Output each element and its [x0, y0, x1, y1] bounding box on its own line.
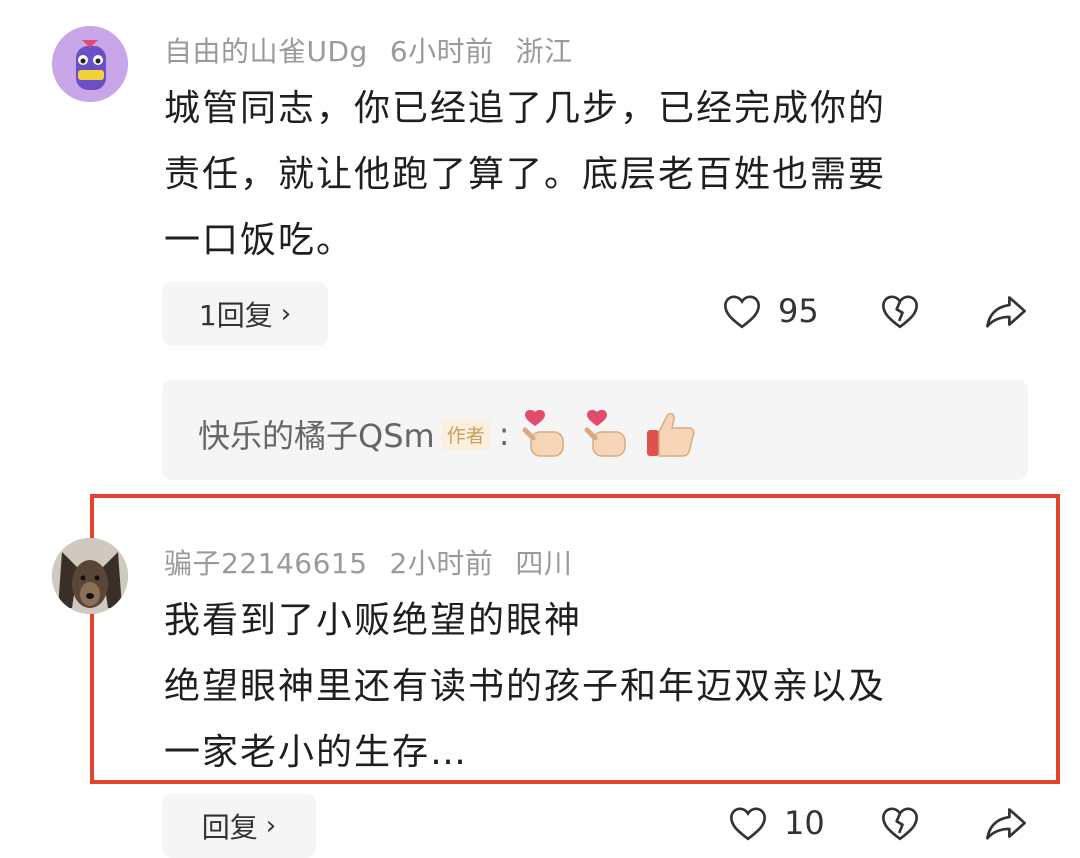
comment-2-line: 一家老小的生存…: [164, 732, 469, 773]
finger-heart-emoji-icon: [522, 409, 565, 457]
comment-1-time: 6小时前: [389, 35, 494, 68]
like-button[interactable]: 10: [728, 804, 825, 842]
dog-photo-avatar-icon: [52, 538, 128, 614]
like-count: 95: [778, 292, 819, 330]
like-count: 10: [784, 804, 825, 842]
comment-2-location: 四川: [515, 547, 573, 580]
heart-icon: [729, 807, 767, 841]
comment-2-line: 绝望眼神里还有读书的孩子和年迈双亲以及: [164, 666, 887, 707]
avatar-user-2[interactable]: [52, 538, 128, 614]
author-colon: :: [498, 415, 510, 453]
thumbs-up-emoji-icon: [647, 412, 696, 457]
heart-icon: [723, 295, 761, 329]
share-arrow-icon: [986, 808, 1026, 840]
comment-2-username[interactable]: 骗子22146615: [164, 547, 368, 580]
comment-1-meta: 自由的山雀UDg 6小时前 浙江: [164, 30, 595, 70]
comment-2-meta: 骗子22146615 2小时前 四川: [164, 542, 594, 582]
author-reply-content: 快乐的橘子QSm 作者 :: [198, 408, 697, 460]
broken-heart-icon: [882, 807, 918, 841]
chevron-right-icon: ›: [280, 299, 292, 329]
view-replies-label: 1回复: [198, 299, 273, 332]
dislike-button[interactable]: [880, 804, 920, 846]
comment-1-line: 一口饭吃。: [164, 220, 355, 261]
reply-label: 回复: [201, 811, 258, 844]
comment-1-line: 城管同志，你已经追了几步，已经完成你的: [164, 88, 887, 129]
like-button[interactable]: 95: [722, 292, 819, 330]
author-username[interactable]: 快乐的橘子QSm: [198, 411, 435, 457]
comment-1-location: 浙江: [515, 35, 573, 68]
comment-1-username[interactable]: 自由的山雀UDg: [164, 35, 368, 68]
dislike-button[interactable]: [880, 292, 920, 334]
share-arrow-icon: [986, 296, 1026, 328]
comment-2-line: 我看到了小贩绝望的眼神: [164, 600, 583, 641]
comment-1-line: 责任，就让他跑了算了。底层老百姓也需要: [164, 154, 887, 195]
avatar-user-1[interactable]: [52, 26, 128, 102]
comment-2-text: 我看到了小贩绝望的眼神 绝望眼神里还有读书的孩子和年迈双亲以及 一家老小的生存…: [164, 588, 1044, 786]
view-replies-button[interactable]: 1回复 ›: [162, 282, 328, 346]
author-reply-box[interactable]: 快乐的橘子QSm 作者 :: [162, 380, 1028, 480]
share-button[interactable]: [984, 292, 1028, 334]
finger-heart-emoji-icon: [584, 409, 627, 457]
comment-1-text: 城管同志，你已经追了几步，已经完成你的 责任，就让他跑了算了。底层老百姓也需要 …: [164, 76, 1044, 274]
comment-2-time: 2小时前: [389, 547, 494, 580]
reply-button[interactable]: 回复 ›: [162, 794, 316, 858]
chevron-right-icon: ›: [265, 811, 277, 841]
broken-heart-icon: [882, 295, 918, 329]
cartoon-avatar-icon: [52, 26, 128, 102]
share-button[interactable]: [984, 804, 1028, 846]
author-badge: 作者: [440, 418, 491, 450]
